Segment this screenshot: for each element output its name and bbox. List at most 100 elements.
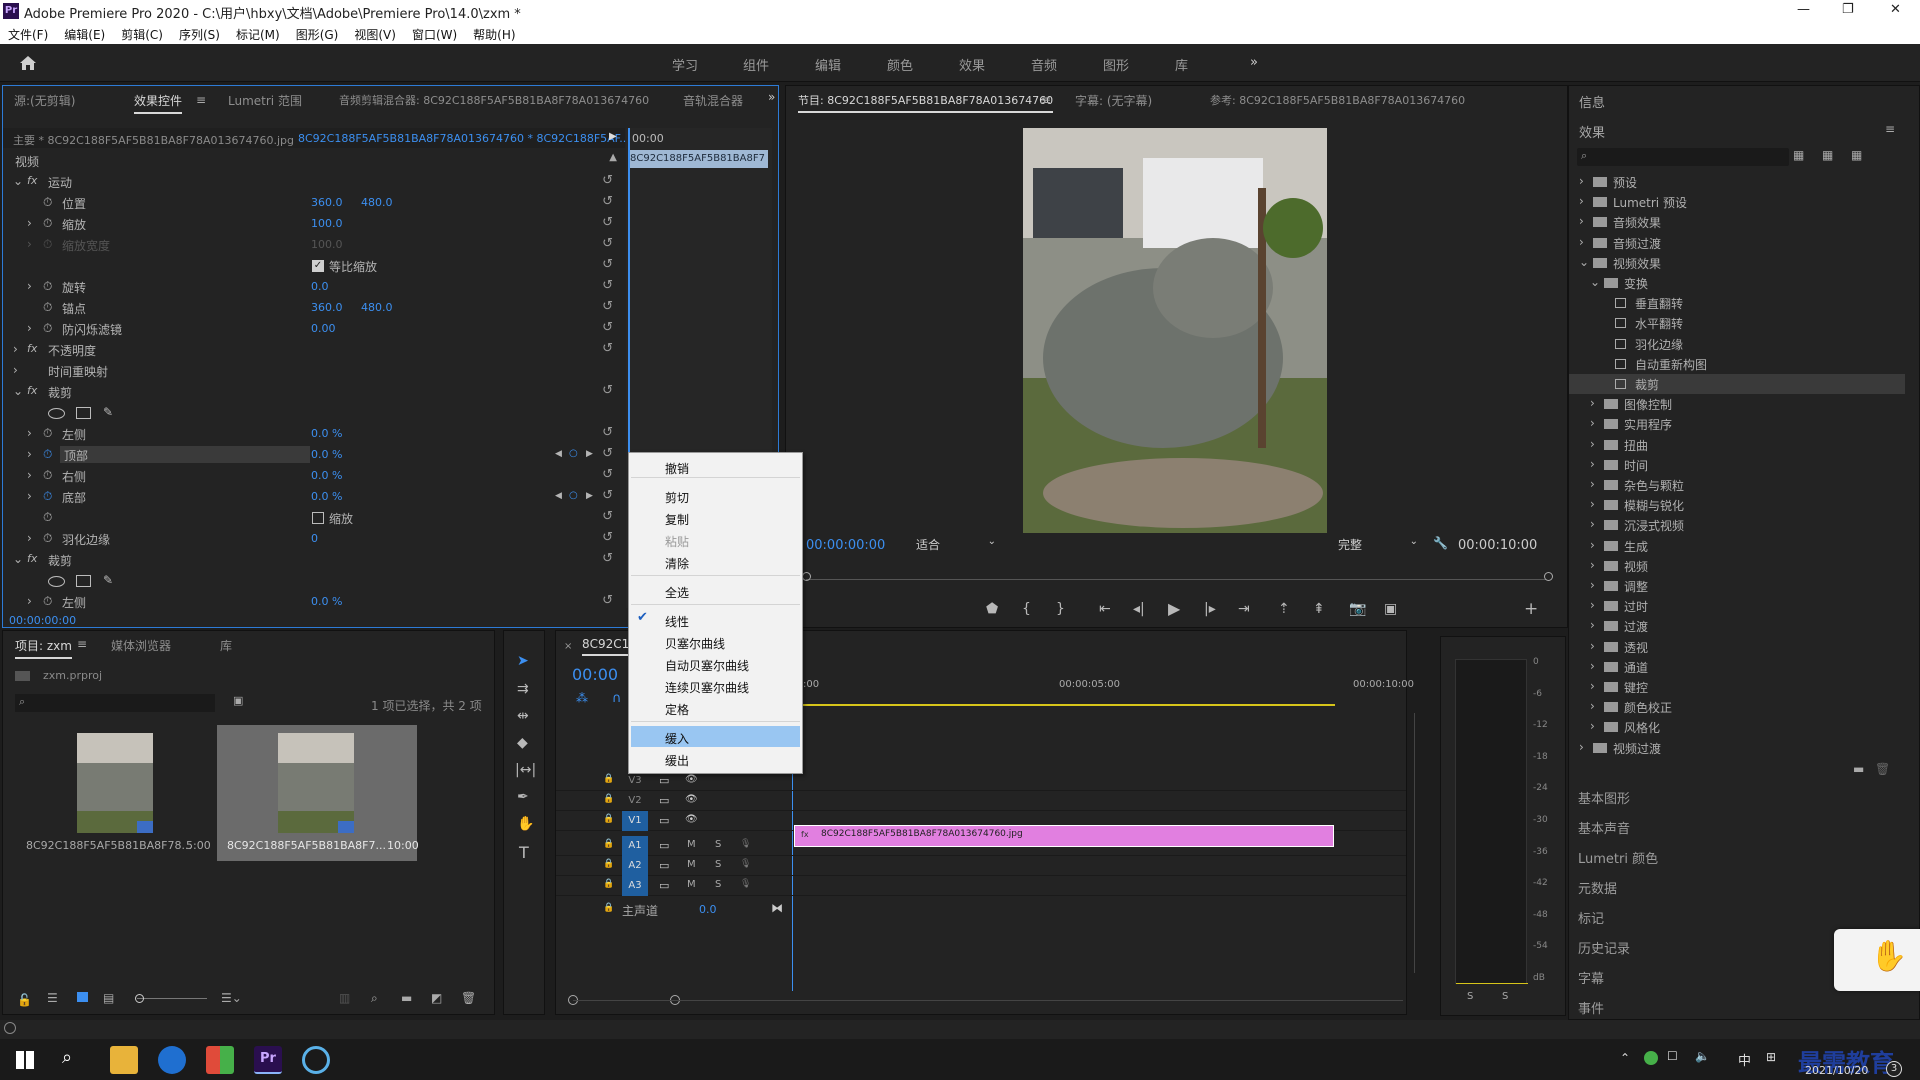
chevron-right-icon[interactable]: › (1590, 538, 1595, 552)
reset-icon[interactable]: ↺ (602, 173, 613, 188)
position-y[interactable]: 480.0 (361, 196, 393, 209)
add-keyframe-icon[interactable]: ○ (569, 448, 578, 459)
reset-icon[interactable]: ↺ (602, 236, 613, 251)
mic-icon[interactable]: 🎙 (740, 879, 751, 889)
find-icon[interactable]: ⌕ (371, 991, 378, 1006)
menu-item-hold[interactable]: 定格 (631, 697, 800, 718)
mark-out-icon[interactable]: } (1056, 601, 1065, 617)
audio-track[interactable]: 🔒 A2 ▭ M S 🎙 (556, 856, 1406, 876)
stopwatch-active-icon[interactable]: ⏱ (43, 489, 52, 504)
slip-tool-icon[interactable]: |↔| (515, 762, 536, 778)
scale-row[interactable]: › ⏱ 缩放 100.0 ↺ (3, 213, 625, 234)
ec-clip-bar[interactable]: 8C92C188F5AF5B81BA8F7 (628, 150, 768, 168)
next-keyframe-icon[interactable]: ▶ (586, 449, 593, 459)
chevron-right-icon[interactable]: › (1590, 396, 1595, 410)
linked-selection-icon[interactable]: ∩ (612, 691, 622, 706)
tree-item-horizontal-flip[interactable]: 水平翻转 (1569, 313, 1909, 333)
chevron-down-icon[interactable]: ⌄ (1579, 255, 1589, 269)
tree-item-noise-grain[interactable]: › 杂色与颗粒 (1569, 475, 1909, 495)
position-x[interactable]: 360.0 (311, 196, 343, 209)
new-bin-icon[interactable]: ▬ (401, 991, 412, 1005)
tree-item-presets[interactable]: › 预设 (1569, 172, 1909, 192)
track-target[interactable]: V3 (622, 771, 648, 791)
menu-item-copy[interactable]: 复制 (631, 507, 800, 528)
time-remap-row[interactable]: › 时间重映射 (3, 360, 625, 381)
expand-icon[interactable]: ⌄ (13, 384, 23, 398)
feather-value[interactable]: 0 (311, 532, 318, 545)
expand-icon[interactable]: › (27, 447, 32, 461)
pen-tool-icon[interactable]: ✒ (517, 789, 529, 805)
tree-item-distort[interactable]: › 扭曲 (1569, 435, 1909, 455)
reset-icon[interactable]: ↺ (602, 341, 613, 356)
crop-top-row[interactable]: › ⏱ 顶部 0.0 % ◀ ○ ▶ ↺ (3, 444, 625, 465)
chevron-right-icon[interactable]: › (1590, 618, 1595, 632)
vertical-scrollbar[interactable] (1414, 713, 1415, 973)
expand-icon[interactable]: › (27, 489, 32, 503)
menu-item-ease-in[interactable]: 缓入 (631, 726, 800, 747)
play-icon[interactable]: ▶ (1168, 599, 1180, 618)
zoom-slider-handle[interactable] (135, 994, 144, 1003)
opacity-row[interactable]: › fx 不透明度 ↺ (3, 339, 625, 360)
menu-item-ease-out[interactable]: 缓出 (631, 748, 800, 769)
tree-item-video[interactable]: › 视频 (1569, 556, 1909, 576)
tree-item-perspective[interactable]: › 透视 (1569, 637, 1909, 657)
crop-left-value[interactable]: 0.0 % (311, 427, 342, 440)
delete-icon[interactable]: 🗑 (1875, 762, 1890, 776)
start-icon[interactable] (16, 1051, 34, 1069)
lock-icon[interactable]: 🔒 (603, 903, 614, 913)
stopwatch-icon[interactable]: ⏱ (43, 426, 52, 441)
new-bin-icon[interactable]: ▬ (1853, 762, 1864, 776)
master-value[interactable]: 0.0 (699, 903, 717, 916)
go-to-out-icon[interactable]: ⇥ (1238, 601, 1250, 617)
reset-icon[interactable]: ↺ (602, 320, 613, 335)
expand-icon[interactable]: ⌄ (13, 174, 23, 188)
tree-item-color-correction[interactable]: › 颜色校正 (1569, 697, 1909, 717)
lock-icon[interactable]: 🔒 (603, 774, 614, 784)
minimize-button[interactable]: — (1797, 2, 1810, 17)
reset-icon[interactable]: ↺ (602, 425, 613, 440)
tray-chevron-icon[interactable]: ⌃ (1620, 1051, 1630, 1065)
search-icon[interactable]: ⌕ (62, 1047, 72, 1068)
position-row[interactable]: ⏱ 位置 360.0 480.0 ↺ (3, 192, 625, 213)
master-clip-label[interactable]: 主要 * 8C92C188F5AF5B81BA8F78A013674760.jp… (13, 132, 294, 148)
home-icon[interactable] (19, 55, 37, 71)
tab-program[interactable]: 节目: 8C92C188F5AF5B81BA8F78A013674760 (798, 92, 1054, 113)
flicker-row[interactable]: › ⏱ 防闪烁滤镜 0.00 ↺ (3, 318, 625, 339)
workspace-assembly[interactable]: 组件 (743, 55, 769, 74)
info-panel-header[interactable]: 信息 (1579, 92, 1605, 111)
chevron-right-icon[interactable]: › (1590, 719, 1595, 733)
new-item-icon[interactable]: ◩ (431, 991, 442, 1005)
workspace-effects[interactable]: 效果 (959, 55, 985, 74)
feather-row[interactable]: › ⏱ 羽化边缘 0 ↺ (3, 528, 625, 549)
markers-panel[interactable]: 标记 (1578, 908, 1604, 927)
timeline-timecode[interactable]: 00:00 (572, 665, 618, 684)
stopwatch-active-icon[interactable]: ⏱ (43, 447, 52, 462)
hand-tool-icon[interactable]: ✋ (517, 816, 534, 832)
menu-item-auto-bezier[interactable]: 自动贝塞尔曲线 (631, 653, 800, 674)
32bit-effects-icon[interactable]: ▦ (1822, 148, 1833, 162)
app-store-icon[interactable] (206, 1046, 234, 1074)
chevron-right-icon[interactable]: › (1590, 679, 1595, 693)
project-search-input[interactable]: ⌕ (15, 694, 215, 712)
menu-item-linear[interactable]: 线性 (631, 609, 800, 630)
video-track[interactable]: 🔒 V3 ▭ 👁 (556, 771, 1406, 791)
mic-icon[interactable]: 🎙 (740, 839, 751, 849)
lock-icon[interactable]: 🔒 (603, 814, 614, 824)
tree-item-stylize[interactable]: › 风格化 (1569, 717, 1909, 737)
solo-button[interactable]: S (715, 839, 721, 850)
chevron-right-icon[interactable]: › (1590, 437, 1595, 451)
tab-effect-controls[interactable]: 效果控件 (134, 92, 183, 114)
tree-item-image-control[interactable]: › 图像控制 (1569, 394, 1909, 414)
effects-search-input[interactable]: ⌕ (1577, 148, 1789, 166)
video-track[interactable]: 🔒 V2 ▭ 👁 (556, 791, 1406, 811)
menu-edit[interactable]: 编辑(E) (56, 22, 113, 43)
menu-graphics[interactable]: 图形(G) (288, 22, 347, 43)
toggle-sync-icon[interactable]: ▭ (659, 814, 669, 827)
menu-sequence[interactable]: 序列(S) (171, 22, 228, 43)
lift-icon[interactable]: ⇡ (1278, 601, 1290, 617)
chevron-right-icon[interactable]: › (1579, 235, 1584, 249)
crop-right-value[interactable]: 0.0 % (311, 469, 342, 482)
program-scrub-bar[interactable] (802, 566, 1553, 581)
tray-ime-icon[interactable]: 中 (1738, 1050, 1751, 1069)
essential-sound-panel[interactable]: 基本声音 (1578, 818, 1630, 837)
